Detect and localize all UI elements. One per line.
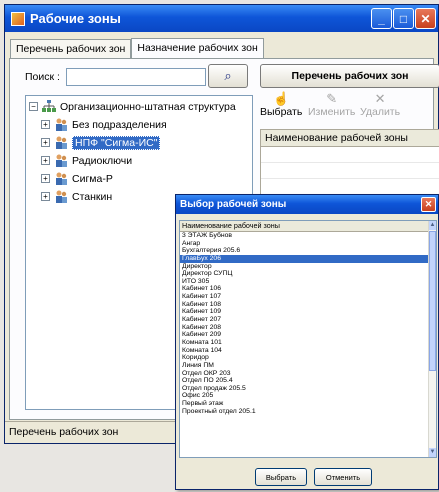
people-icon xyxy=(56,190,67,203)
zone-list-item[interactable]: Линия ПМ xyxy=(180,362,430,370)
scroll-thumb[interactable] xyxy=(429,231,436,371)
edit-tool-button[interactable]: ✎ Изменить xyxy=(308,91,356,119)
dialog-select-button[interactable]: Выбрать xyxy=(255,468,307,486)
tree-item[interactable]: + Станкин xyxy=(41,189,112,204)
tree-item-label: Сигма-Р xyxy=(72,172,113,185)
grid-row xyxy=(261,163,439,179)
zone-list[interactable]: Наименование рабочей зоны 3 ЭТАЖ Бубнов А… xyxy=(179,220,437,458)
binoculars-icon: ⌕ xyxy=(224,68,232,83)
dialog-titlebar[interactable]: Выбор рабочей зоны xyxy=(176,195,438,214)
tree-item[interactable]: + НПФ "Сигма-ИС" xyxy=(41,135,161,150)
tab-zone-assignment[interactable]: Назначение рабочих зон xyxy=(131,38,264,59)
zone-list-item[interactable]: 3 ЭТАЖ Бубнов xyxy=(180,232,430,240)
org-structure-icon xyxy=(42,100,56,112)
expand-icon[interactable]: + xyxy=(41,156,50,165)
zone-list-item[interactable]: Кабинет 209 xyxy=(180,331,430,339)
zone-grid-column-header[interactable]: Наименование рабочей зоны xyxy=(260,129,439,147)
tree-item[interactable]: + Без подразделения xyxy=(41,117,167,132)
delete-icon: ✕ xyxy=(374,91,386,106)
app-icon xyxy=(11,11,25,26)
tab-strip: Перечень рабочих зон Назначение рабочих … xyxy=(10,38,264,60)
zone-list-item[interactable]: Кабинет 107 xyxy=(180,293,430,301)
delete-tool-button[interactable]: ✕ Удалить xyxy=(360,91,401,119)
zone-list-item[interactable]: Директор xyxy=(180,263,430,271)
window-title: Рабочие зоны xyxy=(30,11,121,26)
zone-list-rows: 3 ЭТАЖ Бубнов Ангар Бухгалтерия 205.6 ГлавБ… xyxy=(180,232,436,415)
dialog-cancel-button[interactable]: Отменить xyxy=(314,468,372,486)
tree-item[interactable]: + Сигма-Р xyxy=(41,171,113,186)
select-tool-button[interactable]: ☝ Выбрать xyxy=(260,91,303,119)
tree-root-label: Организационно-штатная структура xyxy=(60,100,236,113)
expand-icon[interactable]: + xyxy=(41,192,50,201)
tree-item-label: Радиоключи xyxy=(72,154,133,167)
zone-list-item[interactable]: Первый этаж xyxy=(180,400,430,408)
zone-list-item[interactable]: Проектный отдел 205.1 xyxy=(180,408,430,416)
scroll-down-icon[interactable]: ▼ xyxy=(429,448,436,457)
tree-item-label-selected: НПФ "Сигма-ИС" xyxy=(72,135,161,150)
tree-item[interactable]: + Радиоключи xyxy=(41,153,132,168)
select-icon: ☝ xyxy=(273,91,290,106)
zone-list-item[interactable]: ГлавБух 206 xyxy=(180,254,430,263)
expand-icon[interactable]: + xyxy=(41,120,50,129)
zone-list-item[interactable]: Отдел продаж 205.5 xyxy=(180,385,430,393)
zone-list-item[interactable]: Коридор xyxy=(180,354,430,362)
people-icon xyxy=(56,172,67,185)
zone-list-item[interactable]: Отдел ОКР 203 xyxy=(180,370,430,378)
zone-list-header-button[interactable]: Перечень рабочих зон xyxy=(260,64,439,88)
tree-item-label: Станкин xyxy=(72,190,113,203)
zone-list-item[interactable]: Кабинет 207 xyxy=(180,316,430,324)
people-icon xyxy=(56,154,67,167)
vertical-scrollbar[interactable]: ▲ ▼ xyxy=(428,221,436,457)
search-label: Поиск : xyxy=(25,71,60,83)
search-input[interactable] xyxy=(66,68,206,86)
zone-list-item[interactable]: Директор СУПЦ xyxy=(180,270,430,278)
zone-list-item[interactable]: Комната 101 xyxy=(180,339,430,347)
zone-list-item[interactable]: Отдел ПО 205.4 xyxy=(180,377,430,385)
minimize-button[interactable]: _ xyxy=(371,8,392,29)
scroll-up-icon[interactable]: ▲ xyxy=(429,221,436,230)
close-button[interactable]: ✕ xyxy=(415,8,436,29)
tab-zone-list[interactable]: Перечень рабочих зон xyxy=(10,39,132,60)
zone-select-dialog: Выбор рабочей зоны ✕ Наименование рабоче… xyxy=(175,194,439,490)
expand-icon[interactable]: + xyxy=(41,174,50,183)
grid-row xyxy=(261,147,439,163)
tree-item-label: Без подразделения xyxy=(72,118,167,131)
select-tool-label: Выбрать xyxy=(260,106,303,118)
delete-tool-label: Удалить xyxy=(360,106,401,118)
zone-list-item[interactable]: Бухгалтерия 205.6 xyxy=(180,247,430,255)
edit-icon: ✎ xyxy=(326,91,338,106)
dialog-title: Выбор рабочей зоны xyxy=(180,199,287,210)
collapse-icon[interactable]: − xyxy=(29,102,38,111)
zone-list-item[interactable]: Кабинет 109 xyxy=(180,308,430,316)
maximize-button[interactable]: □ xyxy=(393,8,414,29)
grid-row xyxy=(261,179,439,195)
expand-icon[interactable]: + xyxy=(41,138,50,147)
search-button[interactable]: ⌕ xyxy=(208,64,248,88)
zone-list-item[interactable]: Комната 104 xyxy=(180,347,430,355)
people-icon xyxy=(56,118,67,131)
tree-root[interactable]: − Организационно-штатная структура xyxy=(29,99,236,114)
zone-list-column-header[interactable]: Наименование рабочей зоны xyxy=(180,221,436,232)
people-icon xyxy=(56,136,67,149)
zone-list-item[interactable]: Кабинет 106 xyxy=(180,285,430,293)
zone-list-item[interactable]: Офис 205 xyxy=(180,392,430,400)
edit-tool-label: Изменить xyxy=(308,106,356,118)
zone-list-item[interactable]: Ангар xyxy=(180,240,430,248)
dialog-close-button[interactable]: ✕ xyxy=(421,197,436,212)
